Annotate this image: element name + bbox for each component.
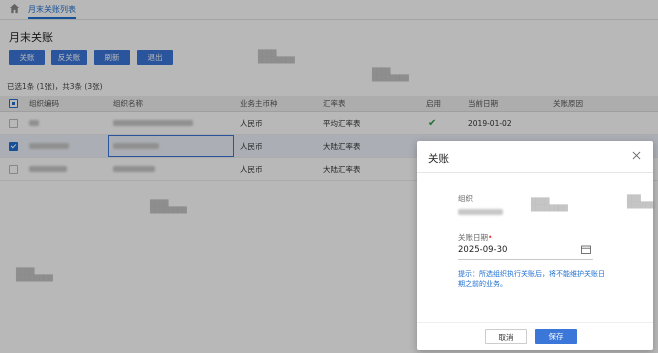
required-mark: • — [488, 233, 493, 242]
org-label: 组织 — [458, 194, 473, 203]
calendar-icon[interactable] — [581, 245, 591, 254]
close-icon[interactable] — [632, 151, 641, 160]
watermark: ████ ████████ — [531, 198, 568, 212]
save-button[interactable]: 保存 — [535, 329, 577, 344]
org-value — [458, 208, 503, 217]
watermark: ███ ██████ — [627, 195, 655, 209]
dialog-header: 关账 — [417, 141, 653, 173]
close-date-value[interactable]: 2025-09-30 — [458, 245, 507, 255]
cancel-button[interactable]: 取消 — [485, 329, 527, 344]
close-account-dialog: 关账 组织 关账日期• 2025-09-30 提示：所选组织执行关账后，将不能维… — [417, 141, 655, 351]
close-tip: 提示：所选组织执行关账后，将不能维护关账日期之前的业务。 — [458, 270, 605, 288]
dialog-footer: 取消 保存 — [417, 322, 653, 351]
dialog-title: 关账 — [428, 153, 449, 165]
close-date-picker[interactable]: 2025-09-30 — [458, 242, 593, 260]
